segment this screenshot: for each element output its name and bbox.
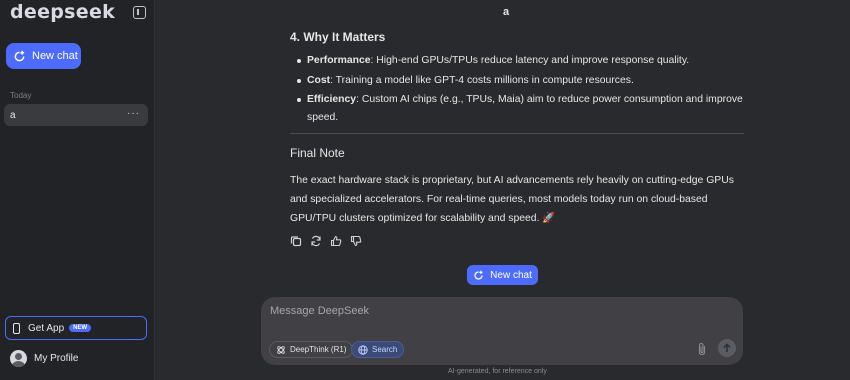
collapse-sidebar-icon[interactable]: [133, 6, 146, 19]
deepseek-logo: deepseek: [10, 1, 116, 23]
get-app-label: Get App: [28, 322, 65, 334]
profile-button[interactable]: My Profile: [10, 350, 78, 367]
attach-icon[interactable]: [697, 342, 707, 361]
phone-icon: [13, 322, 20, 334]
new-chat-label: New chat: [32, 50, 78, 62]
conversation-item[interactable]: a ···: [4, 104, 148, 126]
bullet-text: : Training a model like GPT-4 costs mill…: [330, 74, 634, 86]
final-note-heading: Final Note: [290, 146, 345, 160]
divider: [290, 133, 744, 134]
assistant-message: 4. Why It Matters Performance: High-end …: [290, 28, 744, 247]
new-badge: NEW: [69, 324, 92, 332]
list-item: Cost: Training a model like GPT-4 costs …: [290, 72, 744, 90]
search-toggle[interactable]: Search: [351, 341, 405, 358]
get-app-button[interactable]: Get App NEW: [5, 316, 147, 340]
message-input[interactable]: Message DeepSeek: [270, 305, 369, 317]
atom-icon: [277, 345, 285, 354]
final-note-text: The exact hardware stack is proprietary,…: [290, 175, 734, 224]
bullet-list: Performance: High-end GPUs/TPUs reduce l…: [290, 52, 744, 127]
sidebar: deepseek New chat Today a ··· Get App NE…: [0, 0, 155, 380]
conversation-header-title: a: [503, 6, 510, 18]
new-chat-icon: [14, 50, 25, 61]
deepthink-label: DeepThink (R1): [290, 345, 347, 354]
disclaimer-text: AI-generated, for reference only: [448, 368, 547, 375]
list-item: Efficiency: Custom AI chips (e.g., TPUs,…: [290, 91, 744, 127]
bullet-term: Efficiency: [307, 94, 357, 105]
conversation-title: a: [10, 109, 16, 121]
new-chat-floating-button[interactable]: New chat: [467, 265, 538, 285]
bullet-text: : High-end GPUs/TPUs reduce latency and …: [370, 55, 690, 66]
thumbs-up-icon[interactable]: [330, 235, 342, 247]
bullet-term: Cost: [307, 74, 331, 86]
regenerate-icon[interactable]: [310, 235, 322, 247]
bullet-text: : Custom AI chips (e.g., TPUs, Maia) aim…: [307, 94, 743, 123]
thumbs-down-icon[interactable]: [350, 235, 362, 247]
deepthink-toggle[interactable]: DeepThink (R1): [269, 341, 354, 358]
section-heading: 4. Why It Matters: [290, 30, 386, 44]
avatar: [10, 350, 27, 367]
list-item: Performance: High-end GPUs/TPUs reduce l…: [290, 52, 744, 70]
arrow-up-icon: [723, 343, 731, 352]
message-composer[interactable]: Message DeepSeek DeepThink (R1) Search: [261, 297, 743, 365]
globe-icon: [358, 344, 368, 355]
more-options-icon[interactable]: ···: [127, 108, 140, 119]
send-button[interactable]: [718, 339, 736, 357]
new-chat-label: New chat: [490, 269, 532, 281]
search-label: Search: [372, 345, 398, 354]
copy-icon[interactable]: [290, 235, 302, 247]
bullet-term: Performance: [307, 55, 371, 66]
new-chat-button[interactable]: New chat: [6, 43, 81, 69]
message-actions: [290, 235, 744, 247]
new-chat-icon: [474, 270, 483, 280]
profile-label: My Profile: [34, 353, 79, 364]
section-today: Today: [10, 91, 32, 100]
